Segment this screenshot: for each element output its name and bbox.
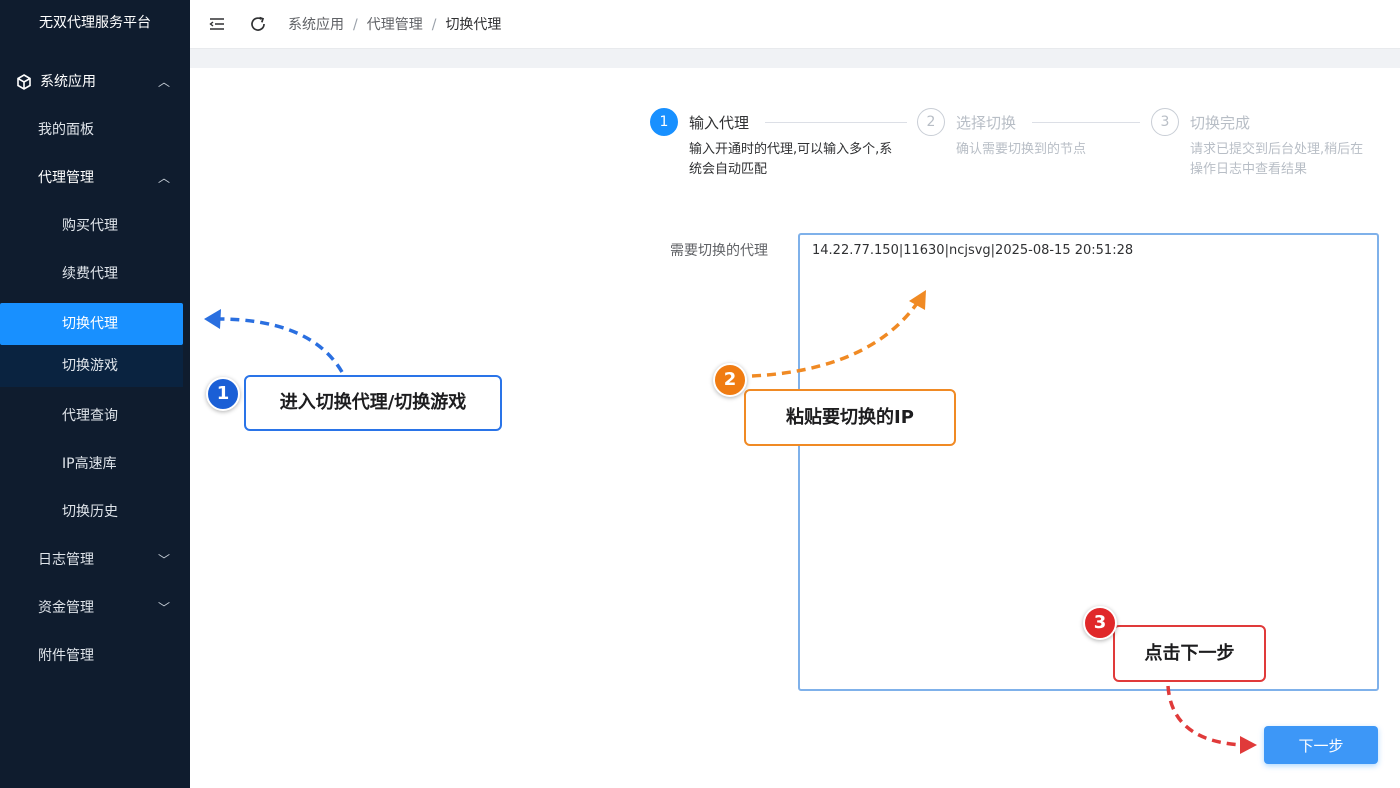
annotation-callout-2: 粘贴要切换的IP [744, 389, 956, 446]
breadcrumb-current: 切换代理 [445, 17, 502, 33]
sidebar-item-label: 资金管理 [38, 600, 94, 616]
step-3-description: 请求已提交到后台处理,稍后在 操作日志中查看结果 [1190, 140, 1395, 180]
chevron-down-icon: ﹀ [157, 601, 170, 615]
sidebar-item-label: 切换游戏 [62, 358, 118, 374]
proxy-textarea-value: 14.22.77.150|11630|ncjsvg|2025-08-15 20:… [812, 243, 1134, 258]
sidebar-item-label: 系统应用 [40, 74, 96, 90]
annotation-badge-3: 3 [1083, 606, 1117, 640]
top-header: 系统应用 / 代理管理 / 切换代理 [190, 0, 1400, 48]
refresh-icon[interactable] [248, 14, 268, 34]
step-1-description: 输入开通时的代理,可以输入多个,系 统会自动匹配 [689, 140, 919, 180]
step-3-title: 切换完成 [1190, 114, 1251, 132]
sidebar-item-label: 切换历史 [62, 504, 118, 520]
step-2-circle: 2 [917, 108, 945, 136]
tags-bar [190, 48, 1400, 68]
proxy-input-label: 需要切换的代理 [670, 243, 768, 259]
breadcrumb-item[interactable]: 系统应用 [288, 17, 344, 33]
step-3-desc-line: 请求已提交到后台处理,稍后在 [1190, 142, 1364, 157]
step-2-description: 确认需要切换到的节点 [956, 140, 1156, 160]
annotation-badge-2: 2 [713, 363, 747, 397]
sidebar-item-proxy-management[interactable]: 代理管理 ︿ [0, 154, 190, 202]
sidebar-item-label: IP高速库 [62, 456, 117, 472]
cube-icon [17, 74, 31, 90]
collapse-menu-icon[interactable] [207, 14, 227, 34]
sidebar-item-ip-library[interactable]: IP高速库 [0, 440, 190, 488]
step-3-desc-line: 操作日志中查看结果 [1190, 162, 1308, 177]
step-connector [765, 122, 907, 123]
sidebar-item-label: 附件管理 [38, 648, 94, 664]
sidebar-item-proxy-query[interactable]: 代理查询 [0, 392, 190, 440]
sidebar-item-my-dashboard[interactable]: 我的面板 [0, 106, 190, 154]
annotation-badge-1: 1 [206, 377, 240, 411]
chevron-up-icon: ︿ [157, 75, 170, 89]
sidebar-item-buy-proxy[interactable]: 购买代理 [0, 202, 190, 250]
sidebar-item-label: 购买代理 [62, 218, 118, 234]
sidebar-item-label: 切换代理 [62, 316, 118, 332]
breadcrumb: 系统应用 / 代理管理 / 切换代理 [288, 14, 501, 34]
sidebar-item-switch-history[interactable]: 切换历史 [0, 488, 190, 536]
sidebar-item-fund-management[interactable]: 资金管理 ﹀ [0, 584, 190, 632]
sidebar: 无双代理服务平台 系统应用 ︿ 我的面板 代理管理 ︿ 购买代理 续费代理 切换… [0, 0, 190, 788]
step-2-desc-line: 确认需要切换到的节点 [956, 142, 1087, 157]
sidebar-item-label: 续费代理 [62, 266, 118, 282]
step-3-circle: 3 [1151, 108, 1179, 136]
step-1-desc-line: 统会自动匹配 [689, 162, 768, 177]
sidebar-item-label: 代理查询 [62, 408, 118, 424]
sidebar-item-attachment-management[interactable]: 附件管理 [0, 632, 190, 680]
sidebar-item-system-apps[interactable]: 系统应用 ︿ [0, 58, 190, 106]
sidebar-item-log-management[interactable]: 日志管理 ﹀ [0, 536, 190, 584]
chevron-up-icon: ︿ [157, 171, 170, 185]
app-logo-title: 无双代理服务平台 [39, 15, 151, 31]
step-2-title: 选择切换 [956, 114, 1017, 132]
breadcrumb-separator: / [431, 17, 437, 33]
sidebar-item-switch-proxy[interactable]: 切换代理 [0, 303, 183, 345]
step-1-title: 输入代理 [689, 114, 750, 132]
next-step-button[interactable]: 下一步 [1264, 726, 1378, 764]
sidebar-item-label: 代理管理 [38, 170, 94, 186]
annotation-callout-1: 进入切换代理/切换游戏 [244, 375, 502, 431]
sidebar-item-switch-game[interactable]: 切换游戏 [0, 345, 183, 387]
step-1-desc-line: 输入开通时的代理,可以输入多个,系 [689, 142, 893, 157]
breadcrumb-separator: / [353, 17, 358, 33]
chevron-down-icon: ﹀ [157, 553, 170, 567]
step-connector [1032, 122, 1140, 123]
sidebar-item-renew-proxy[interactable]: 续费代理 [0, 250, 190, 298]
step-1-circle: 1 [650, 108, 678, 136]
breadcrumb-item[interactable]: 代理管理 [367, 17, 423, 33]
annotation-callout-3: 点击下一步 [1113, 625, 1266, 682]
sidebar-item-label: 日志管理 [38, 552, 94, 568]
sidebar-item-label: 我的面板 [38, 122, 94, 138]
